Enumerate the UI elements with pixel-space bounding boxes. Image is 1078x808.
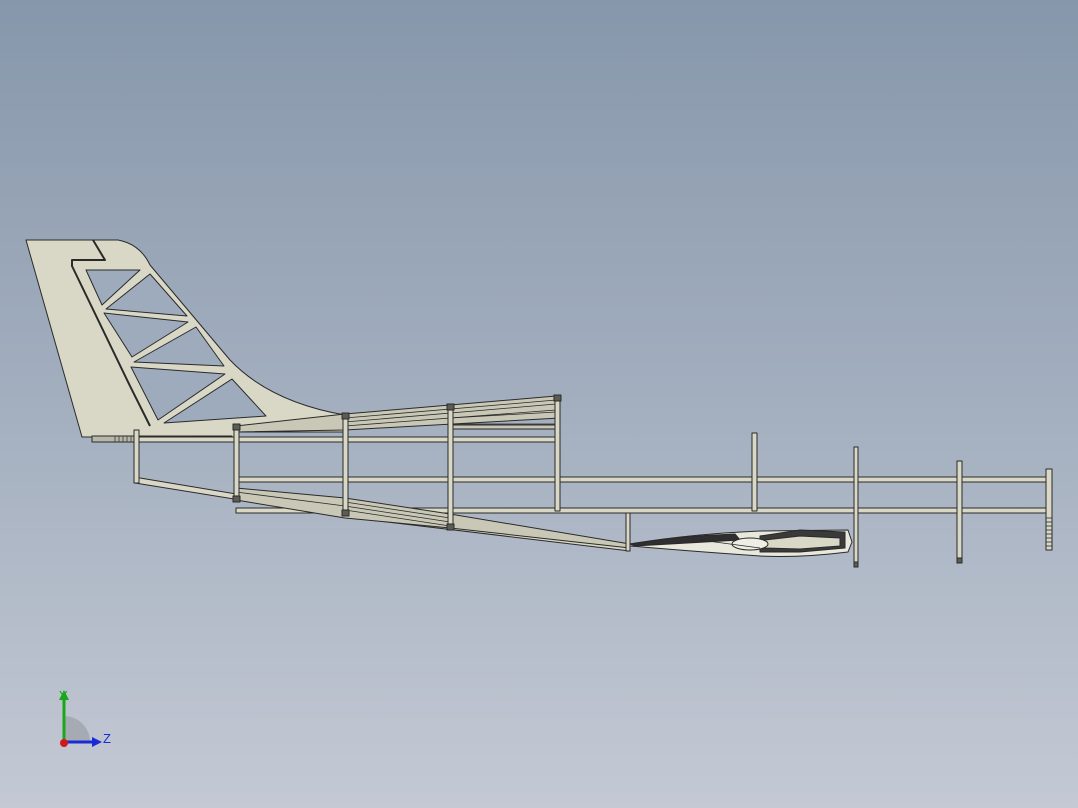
- aircraft-frame-model[interactable]: [0, 0, 1078, 808]
- y-axis-label: Y: [59, 688, 68, 703]
- bulkhead-4[interactable]: [447, 403, 454, 531]
- upper-stringer-cap: [449, 424, 561, 430]
- bulkhead-7[interactable]: [751, 432, 758, 512]
- bulkhead-5[interactable]: [554, 395, 561, 512]
- x-axis-dot: [60, 739, 68, 747]
- graphics-viewport[interactable]: Y Z: [0, 0, 1078, 808]
- main-longeron-upper[interactable]: [235, 476, 1052, 483]
- lower-stringers[interactable]: [235, 487, 631, 549]
- triad-xz-plane: [64, 716, 90, 742]
- bulkhead-8[interactable]: [853, 446, 859, 568]
- bulkhead-6[interactable]: [625, 512, 631, 552]
- stabilizer-wing-section[interactable]: [629, 529, 853, 557]
- bulkhead-2[interactable]: [233, 423, 240, 503]
- z-axis-arrowhead: [92, 737, 102, 747]
- z-axis-label: Z: [103, 731, 111, 746]
- bulkhead-9[interactable]: [956, 460, 963, 564]
- bulkhead-1[interactable]: [133, 429, 140, 484]
- bulkhead-3[interactable]: [342, 412, 349, 517]
